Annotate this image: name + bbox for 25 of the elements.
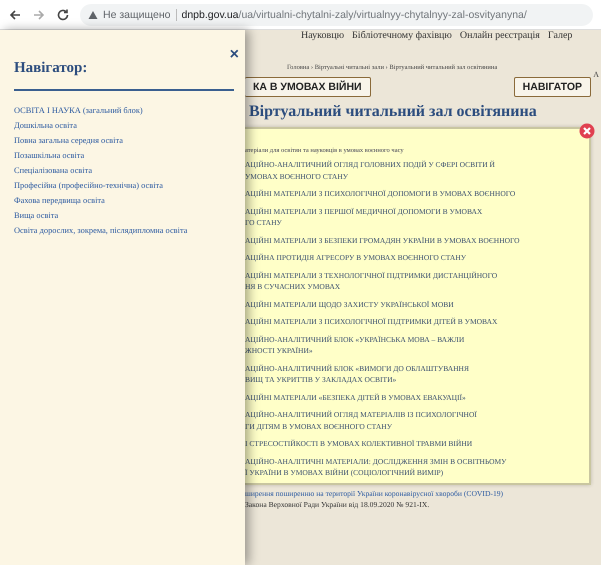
- navigator-link[interactable]: Освіта дорослих, зокрема, післядипломна освіта: [14, 225, 231, 236]
- navigator-link[interactable]: ОСВІТА І НАУКА (загальний блок): [14, 105, 231, 116]
- navigator-link[interactable]: Вища освіта: [14, 210, 231, 221]
- font-size-letter[interactable]: А: [593, 70, 599, 79]
- navigator-link[interactable]: Професійна (професійно-технічна) освіта: [14, 180, 231, 191]
- navigator-link[interactable]: Спеціалізована освіта: [14, 165, 231, 176]
- navigator-button[interactable]: НАВІГАТОР: [514, 77, 591, 97]
- section-button[interactable]: КА В УМОВАХ ВІЙНИ: [245, 77, 371, 97]
- warning-icon: [88, 10, 98, 20]
- page-title: Віртуальний читальний зал освітянина: [249, 103, 538, 121]
- top-menu-item[interactable]: Галер: [548, 30, 572, 42]
- url-text: dnpb.gov.ua/ua/virtualni-chytalni-zaly/virtualnyy-chytalnyy-zal-osvityanyna/: [182, 8, 527, 20]
- top-menu-item[interactable]: Бібліотечному фахівцю: [352, 30, 452, 42]
- security-label: Не защищено: [103, 8, 170, 20]
- navigator-link[interactable]: Повна загальна середня освіта: [14, 135, 231, 146]
- reload-icon[interactable]: [56, 8, 70, 22]
- navigator-title: Навігатор:: [14, 60, 234, 91]
- back-icon[interactable]: [8, 8, 22, 22]
- top-menu-item[interactable]: Науковцю: [301, 30, 344, 42]
- close-icon[interactable]: [579, 123, 595, 139]
- navigator-link[interactable]: Дошкільна освіта: [14, 120, 231, 131]
- top-menu-item[interactable]: Онлайн реєстрація: [460, 30, 540, 42]
- navigator-link[interactable]: Позашкільна освіта: [14, 150, 231, 161]
- navigator-link[interactable]: Фахова передвища освіта: [14, 195, 231, 206]
- address-bar[interactable]: Не защищено dnpb.gov.ua/ua/virtualni-chytalni-zaly/virtualnyy-chytalnyy-zal-osvityanyna/: [80, 4, 593, 26]
